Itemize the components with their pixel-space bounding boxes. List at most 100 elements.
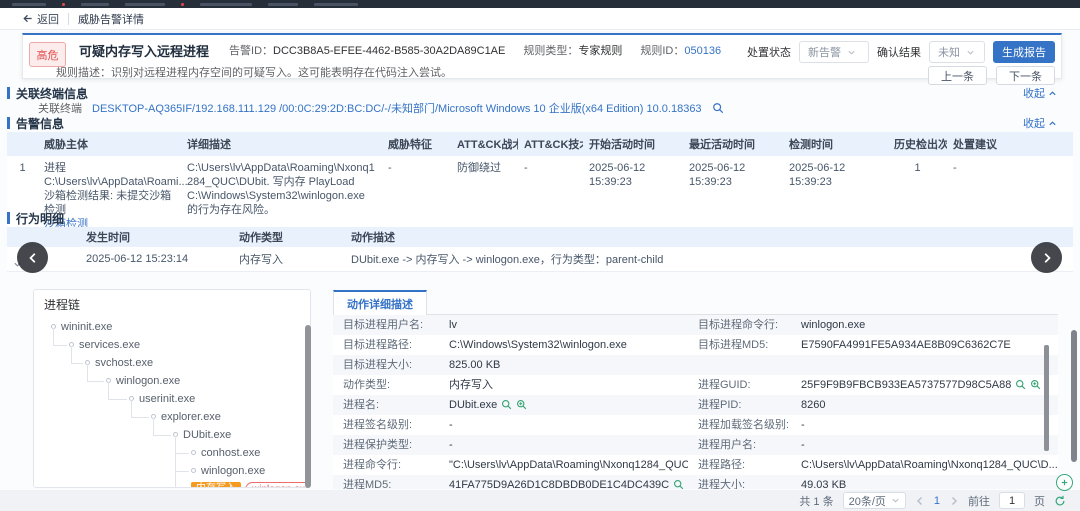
history-count-link[interactable]: 1: [888, 156, 947, 237]
arrow-left-icon: [22, 13, 33, 24]
col-history-count: 历史检出次数: [888, 132, 947, 156]
occur-time-cell: 2025-06-12 15:23:14: [80, 247, 233, 272]
col-suggestion: 处置建议: [947, 132, 1073, 156]
rule-id-label: 规则ID：: [640, 45, 685, 57]
process-chain-panel: 进程链 wininit.exe services.exe svchost.exe…: [33, 289, 311, 488]
alert-collapse-link[interactable]: 收起: [1023, 116, 1057, 130]
col-start-time: 开始活动时间: [583, 132, 683, 156]
behavior-table: 发生时间 动作类型 动作描述 2025-06-12 15:23:14 内存写入 …: [7, 227, 1073, 272]
page-scrollbar[interactable]: [1071, 330, 1077, 462]
terminal-value-link[interactable]: DESKTOP-AQ365IF/192.168.111.129 /00:0C:2…: [92, 100, 702, 116]
carousel-prev-button[interactable]: [17, 242, 48, 273]
confirm-result-label: 确认结果: [877, 47, 921, 59]
node-bullet-icon: [191, 468, 196, 473]
process-node[interactable]: winlogon.exe: [44, 454, 300, 480]
total-count: 共 1 条: [799, 495, 834, 508]
suggestion-cell: -: [947, 156, 1073, 237]
alert-summary-card: 高危 可疑内存写入远程进程 告警ID：DCC3B8A5-EFEE-4462-B5…: [22, 33, 1062, 85]
terminal-collapse-link[interactable]: 收起: [1023, 86, 1057, 100]
detail-row: 进程MD5: 41FA775D9A26D1C8DBDB0DE1C4DC439C …: [333, 475, 1058, 489]
next-item-button[interactable]: 下一条: [996, 66, 1055, 85]
next-page-icon[interactable]: [949, 496, 959, 506]
process-node[interactable]: winlogon.exe: [44, 364, 300, 390]
process-node[interactable]: svchost.exe: [44, 346, 300, 372]
col-index: [7, 132, 38, 156]
current-page-number[interactable]: 1: [934, 495, 940, 507]
top-nav-placeholder: [200, 2, 252, 6]
top-nav-badge: [181, 2, 184, 6]
process-highlight-node[interactable]: 内存写入 winlogon.exe: [44, 472, 310, 487]
process-node[interactable]: DUbit.exe: [44, 418, 300, 444]
search-icon[interactable]: [673, 479, 684, 489]
process-node[interactable]: explorer.exe: [44, 400, 300, 426]
action-type-cell: 内存写入: [233, 247, 345, 272]
alert-id-label: 告警ID：: [229, 45, 274, 57]
chevron-up-icon: [1048, 119, 1057, 128]
alert-table-header-row: 威胁主体 详细描述 威胁特征 ATT&CK战术 ATT&CK技术 开始活动时间 …: [7, 132, 1073, 156]
behavior-section-header: 行为明细: [7, 211, 64, 226]
top-nav-placeholder: [12, 2, 46, 6]
top-nav-bar: [0, 0, 1080, 8]
action-desc-cell: DUbit.exe -> 内存写入 -> winlogon.exe，行为类型：p…: [345, 247, 1073, 272]
detail-row: 进程签名级别: - 进程加载签名级别: -: [343, 419, 805, 431]
attck-tactic-cell: 防御绕过: [451, 156, 518, 237]
section-accent-bar: [7, 212, 10, 224]
top-nav-badge: [62, 2, 65, 6]
alert-table: 威胁主体 详细描述 威胁特征 ATT&CK战术 ATT&CK技术 开始活动时间 …: [7, 132, 1073, 237]
col-action-type: 动作类型: [233, 227, 345, 247]
detail-row: 目标进程路径: C:\Windows\System32\winlogon.exe…: [343, 339, 1011, 351]
action-detail-table: 目标进程用户名: lv 目标进程命令行: winlogon.exe 目标进程路径…: [333, 315, 1058, 489]
detail-row: 进程名: DUbit.exe 进程PID: 8260: [333, 395, 1058, 415]
zoom-in-icon[interactable]: [516, 399, 527, 410]
divider: [68, 12, 69, 25]
detail-desc-cell: C:\Users\lv\AppData\Roaming\Nxonq1284_QU…: [181, 156, 382, 237]
floating-widget-icon[interactable]: [1056, 474, 1073, 491]
prev-page-icon[interactable]: [915, 496, 925, 506]
search-icon[interactable]: [501, 399, 512, 410]
section-accent-bar: [7, 117, 10, 129]
last-time-cell: 2025-06-12 15:39:23: [683, 156, 783, 237]
section-accent-bar: [7, 87, 10, 99]
generate-report-button[interactable]: 生成报告: [993, 41, 1055, 63]
action-badge: 内存写入: [191, 482, 241, 487]
rule-description: 规则描述：识别对远程进程内存空间的可疑写入。这可能表明存在代码注入尝试。: [56, 67, 452, 79]
process-node[interactable]: wininit.exe: [44, 318, 300, 336]
process-node[interactable]: userinit.exe: [44, 382, 300, 408]
threat-feature-cell: -: [382, 156, 451, 237]
process-node[interactable]: conhost.exe: [44, 436, 300, 462]
alert-id-value: DCC3B8A5-EFEE-4462-B585-30A2DA89C1AE: [273, 45, 506, 57]
top-nav-placeholder: [314, 2, 358, 6]
detail-row: 进程命令行: "C:\Users\lv\AppData\Roaming\Nxon…: [333, 455, 1058, 475]
goto-page-input[interactable]: [999, 492, 1025, 509]
tab-action-detail[interactable]: 动作详细描述: [333, 290, 427, 315]
zoom-in-icon[interactable]: [1030, 379, 1041, 390]
rule-type-value: 专家规则: [578, 45, 623, 57]
rule-id-link[interactable]: 050136: [684, 45, 721, 57]
chevron-down-icon: [891, 496, 900, 505]
alert-title: 可疑内存写入远程进程: [79, 43, 210, 59]
breadcrumb-bar: 返回 威胁告警详情: [0, 8, 1080, 30]
chevron-up-icon: [1048, 89, 1057, 98]
dispose-status-select[interactable]: 新告警: [799, 41, 869, 63]
detail-table-scrollbar[interactable]: [1044, 345, 1049, 451]
goto-label: 前往: [968, 495, 990, 508]
col-occur-time: 发生时间: [80, 227, 233, 247]
col-attck-technique: ATT&CK技术: [518, 132, 583, 156]
back-button[interactable]: 返回: [22, 11, 59, 27]
col-threat-feature: 威胁特征: [382, 132, 451, 156]
page-size-select[interactable]: 20条/页: [842, 492, 906, 509]
process-chain-scrollbar[interactable]: [305, 325, 311, 488]
chevron-down-icon: [847, 48, 856, 57]
alert-section-header: 告警信息: [7, 116, 64, 131]
search-icon[interactable]: [1015, 379, 1026, 390]
alert-table-row: 1 进程 C:\Users\lv\AppData\Roami... 沙箱检测结果…: [7, 156, 1073, 237]
process-chain-title: 进程链: [44, 298, 81, 312]
pagination-bar: 共 1 条 20条/页 1 前往 页: [0, 490, 1080, 511]
detail-row: 动作类型: 内存写入 进程GUID: 25F9F9B9FBCB933EA5737…: [333, 375, 1058, 395]
prev-item-button[interactable]: 上一条: [928, 66, 987, 85]
carousel-next-button[interactable]: [1031, 242, 1062, 273]
page-suffix-label: 页: [1034, 495, 1045, 508]
refresh-icon[interactable]: [1054, 495, 1066, 507]
confirm-result-select[interactable]: 未知: [929, 41, 985, 63]
search-icon[interactable]: [712, 102, 724, 114]
